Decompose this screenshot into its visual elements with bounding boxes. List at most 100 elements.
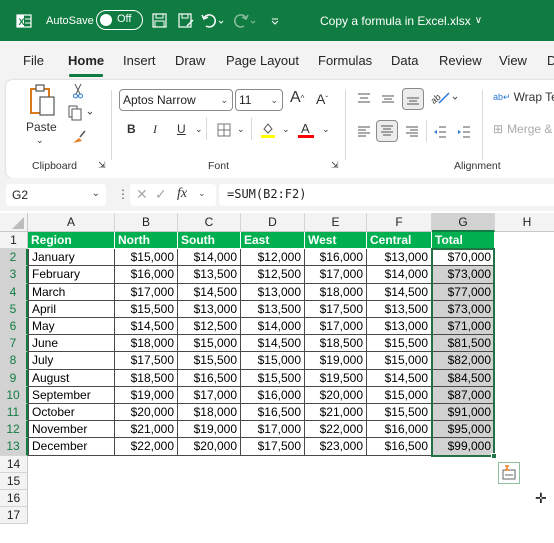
value-cell[interactable]: $14,500 [115, 318, 178, 336]
tab-insert[interactable]: Insert [123, 53, 156, 75]
total-cell[interactable]: $91,000 [432, 404, 495, 422]
row-header-12[interactable]: 12 [0, 421, 28, 439]
value-cell[interactable]: $18,500 [305, 335, 367, 353]
value-cell[interactable]: $19,000 [178, 421, 241, 439]
total-cell[interactable]: $84,500 [432, 369, 495, 387]
underline-button[interactable]: U [177, 122, 186, 136]
enter-icon[interactable]: ✓ [155, 186, 167, 203]
value-cell[interactable]: $21,000 [305, 404, 367, 422]
value-cell[interactable]: $17,500 [241, 438, 305, 456]
row-header-6[interactable]: 6 [0, 318, 28, 336]
value-cell[interactable]: $17,000 [241, 421, 305, 439]
italic-button[interactable]: I [153, 122, 157, 137]
middle-align-icon[interactable] [380, 92, 396, 106]
cancel-icon[interactable]: ✕ [136, 186, 148, 203]
document-title[interactable]: Copy a formula in Excel.xlsx ∨ [320, 0, 482, 41]
save-icon[interactable] [152, 0, 167, 41]
borders-icon[interactable] [216, 122, 232, 138]
value-cell[interactable]: $15,500 [241, 369, 305, 387]
month-cell[interactable]: February [28, 266, 115, 284]
total-cell[interactable]: $70,000 [432, 249, 495, 267]
month-cell[interactable]: June [28, 335, 115, 353]
month-cell[interactable]: October [28, 404, 115, 422]
cut-icon[interactable] [70, 82, 86, 100]
value-cell[interactable]: $16,000 [305, 249, 367, 267]
value-cell[interactable]: $16,500 [241, 404, 305, 422]
more-options-icon[interactable]: ⋮ [117, 187, 129, 201]
value-cell[interactable]: $15,000 [367, 352, 432, 370]
font-color-icon[interactable]: A [298, 120, 314, 140]
month-cell[interactable]: November [28, 421, 115, 439]
underline-dropdown-icon[interactable]: ⌄ [195, 124, 203, 135]
column-header-e[interactable]: E [305, 213, 367, 232]
value-cell[interactable]: $16,500 [178, 369, 241, 387]
font-name-dropdown[interactable]: Aptos Narrow ⌄ [119, 89, 233, 111]
value-cell[interactable]: $21,000 [115, 421, 178, 439]
increase-font-size-button[interactable]: A ^ [290, 89, 304, 107]
tab-view[interactable]: View [499, 53, 527, 75]
increase-indent-icon[interactable] [456, 125, 472, 139]
wrap-text-button[interactable]: ab↵ Wrap Te [493, 90, 554, 104]
value-cell[interactable]: $17,000 [305, 318, 367, 336]
column-header-f[interactable]: F [367, 213, 432, 232]
value-cell[interactable]: $18,000 [178, 404, 241, 422]
fill-handle[interactable] [491, 452, 497, 459]
row-header-11[interactable]: 11 [0, 404, 28, 422]
value-cell[interactable]: $15,500 [178, 352, 241, 370]
total-cell[interactable]: $81,500 [432, 335, 495, 353]
month-cell[interactable]: August [28, 369, 115, 387]
header-cell[interactable]: Region [28, 232, 115, 250]
total-cell[interactable]: $82,000 [432, 352, 495, 370]
value-cell[interactable]: $17,000 [178, 386, 241, 404]
month-cell[interactable]: May [28, 318, 115, 336]
value-cell[interactable]: $19,500 [305, 369, 367, 387]
bottom-align-icon[interactable] [402, 88, 424, 110]
value-cell[interactable]: $17,000 [305, 266, 367, 284]
borders-dropdown-icon[interactable]: ⌄ [237, 124, 245, 135]
column-header-b[interactable]: B [115, 213, 178, 232]
paste-button[interactable]: Paste [26, 120, 57, 134]
value-cell[interactable]: $14,000 [178, 249, 241, 267]
align-left-icon[interactable] [356, 125, 372, 139]
total-cell[interactable]: $99,000 [432, 438, 495, 456]
row-header-10[interactable]: 10 [0, 386, 28, 404]
align-right-icon[interactable] [404, 125, 420, 139]
font-dialog-launcher-icon[interactable]: ⇲ [331, 160, 339, 171]
copy-icon[interactable] [68, 104, 96, 122]
autosave-toggle[interactable]: Off [96, 10, 143, 30]
decrease-font-size-button[interactable]: Aˇ [316, 91, 328, 107]
value-cell[interactable]: $22,000 [305, 421, 367, 439]
row-header-8[interactable]: 8 [0, 352, 28, 370]
tab-file[interactable]: File [23, 53, 44, 75]
row-header-13[interactable]: 13 [0, 438, 28, 456]
value-cell[interactable]: $18,000 [305, 283, 367, 301]
value-cell[interactable]: $20,000 [305, 386, 367, 404]
value-cell[interactable]: $17,000 [115, 283, 178, 301]
column-header-a[interactable]: A [28, 213, 115, 232]
row-header-9[interactable]: 9 [0, 369, 28, 387]
chevron-down-icon[interactable]: ⌄ [198, 188, 206, 199]
row-header-4[interactable]: 4 [0, 283, 28, 301]
paste-icon[interactable] [28, 82, 58, 118]
value-cell[interactable]: $14,500 [367, 369, 432, 387]
save-as-icon[interactable] [178, 0, 194, 41]
value-cell[interactable]: $12,500 [178, 318, 241, 336]
value-cell[interactable]: $17,500 [305, 300, 367, 318]
value-cell[interactable]: $14,500 [178, 283, 241, 301]
clipboard-dialog-launcher-icon[interactable]: ⇲ [98, 160, 106, 171]
tab-data[interactable]: Data [391, 53, 418, 75]
value-cell[interactable]: $15,000 [367, 386, 432, 404]
value-cell[interactable]: $19,000 [305, 352, 367, 370]
row-header-14[interactable]: 14 [0, 455, 28, 473]
value-cell[interactable]: $20,000 [178, 438, 241, 456]
row-header-3[interactable]: 3 [0, 266, 28, 284]
header-cell[interactable]: North [115, 232, 178, 250]
row-header-16[interactable]: 16 [0, 490, 28, 508]
top-align-icon[interactable] [356, 92, 372, 106]
total-cell[interactable]: $73,000 [432, 266, 495, 284]
value-cell[interactable]: $18,000 [115, 335, 178, 353]
month-cell[interactable]: December [28, 438, 115, 456]
value-cell[interactable]: $14,000 [241, 318, 305, 336]
header-cell[interactable]: Total [432, 232, 495, 250]
row-header-1[interactable]: 1 [0, 232, 28, 250]
